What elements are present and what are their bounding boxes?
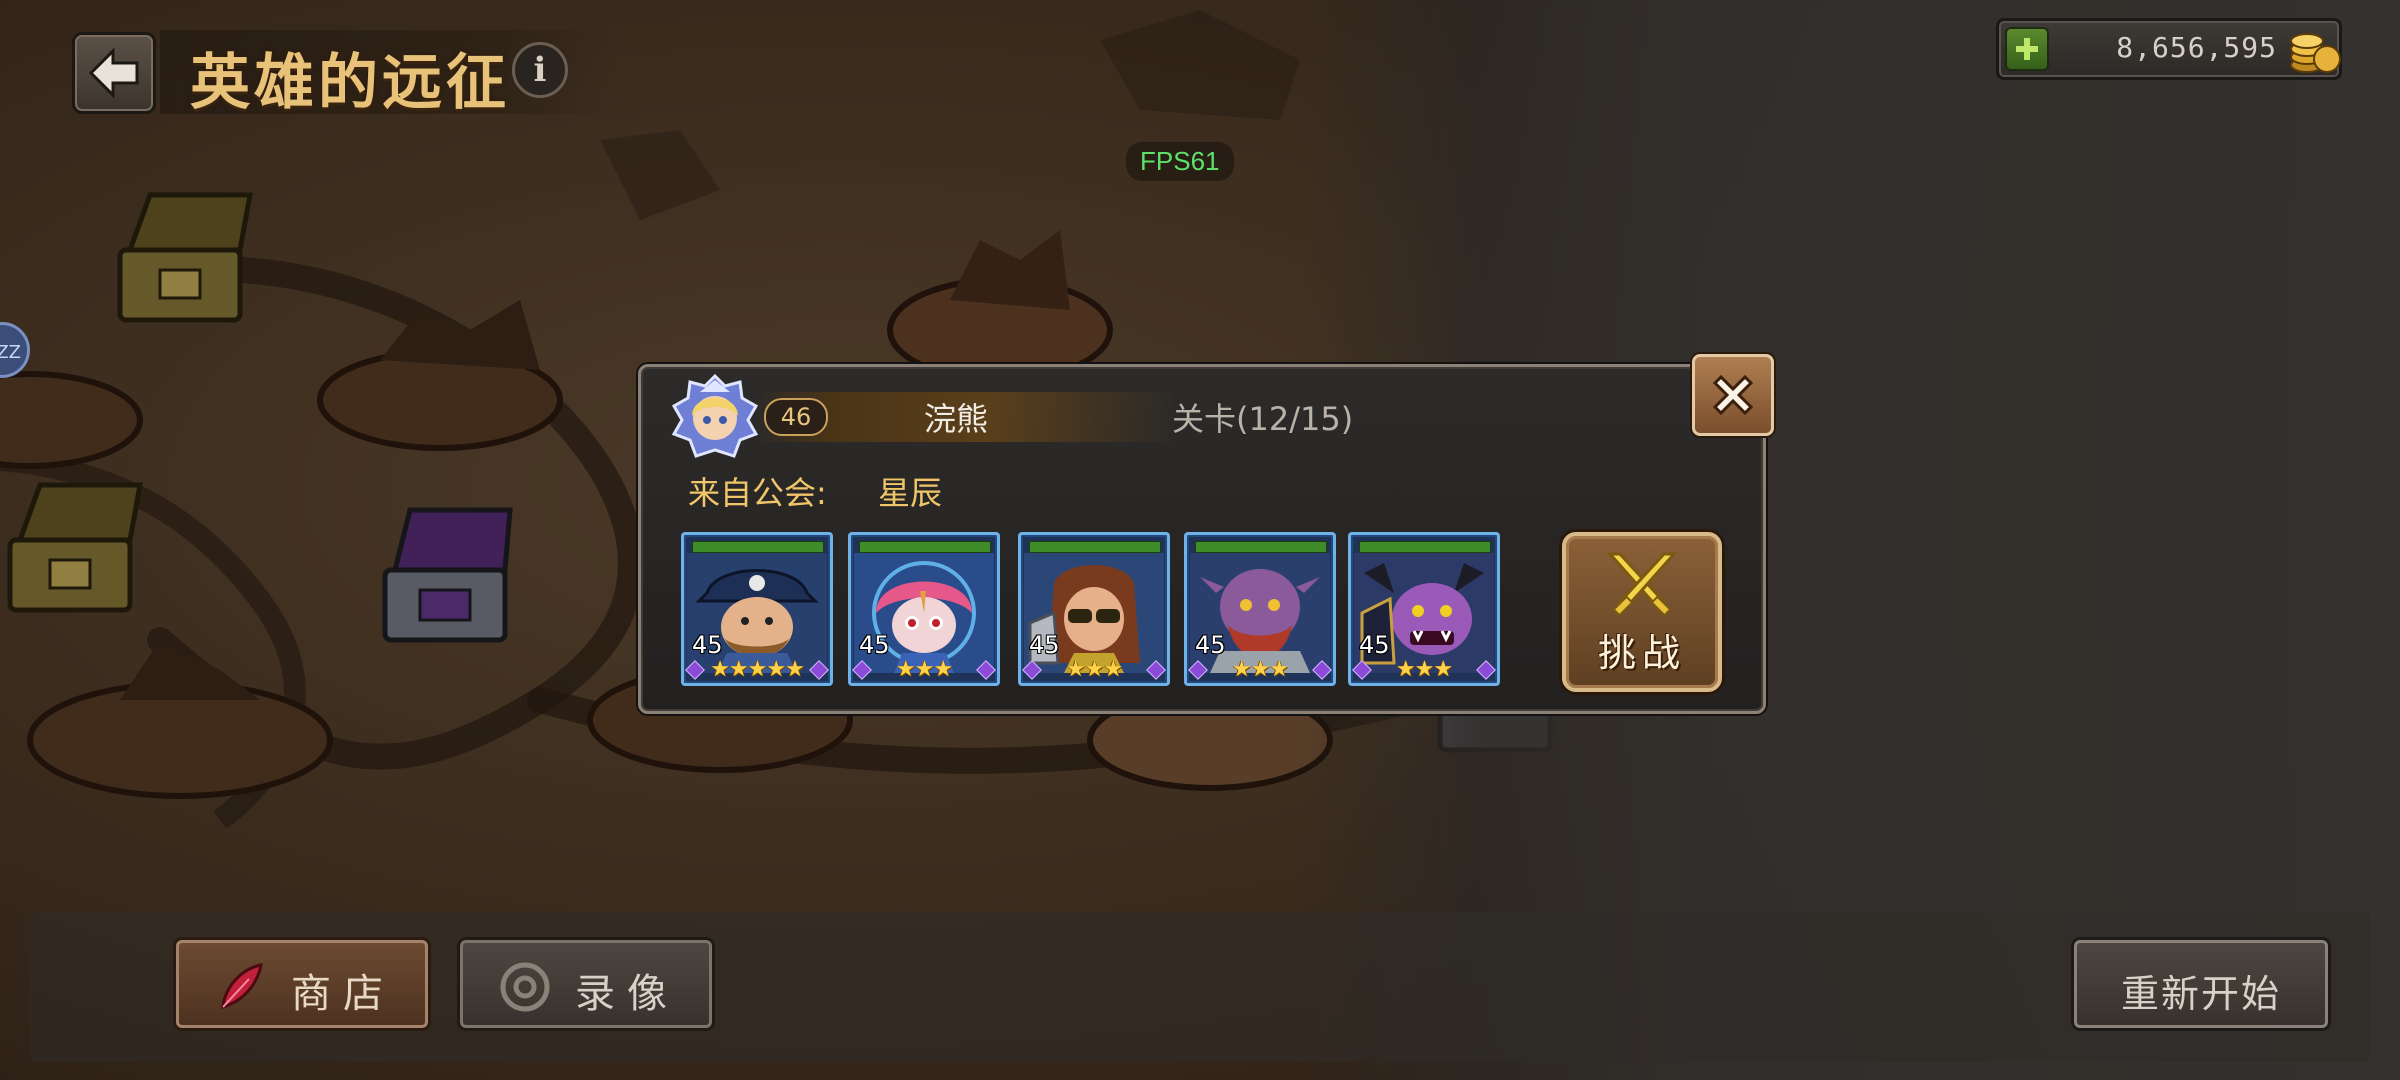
hero-slot-1[interactable]: 45 ★★★★★ [681,532,833,686]
hero-slot-5[interactable]: 45 ★★★ [1348,532,1500,686]
replay-icon [500,962,550,1012]
add-gold-button[interactable] [2005,27,2049,71]
replay-button[interactable]: 录像 [460,940,712,1028]
gold-coins-icon [2290,33,2341,73]
hero-hp-bar [859,541,991,553]
hero-hp-bar [692,541,824,553]
hero-level: 45 [1359,631,1390,659]
hero-level: 45 [1195,631,1226,659]
hero-level: 45 [1029,631,1060,659]
guild-name: 星辰 [878,474,943,512]
gold-value: 8,656,595 [2116,31,2277,64]
close-button[interactable] [1692,354,1774,436]
challenge-button[interactable]: 挑战 [1562,532,1722,692]
info-icon[interactable]: i [512,42,568,98]
crossed-swords-icon [1606,552,1678,617]
challenge-label: 挑战 [1597,631,1686,675]
hero-slot-3[interactable]: 45 ★★★ [1018,532,1170,686]
hero-level: 45 [692,631,723,659]
player-avatar [671,373,759,458]
restart-button[interactable]: 重新开始 [2074,940,2328,1028]
back-button[interactable] [72,32,156,114]
hero-slot-2[interactable]: 45 ★★★ [848,532,1000,686]
feather-icon [221,963,263,1010]
shop-label: 商店 [291,971,395,1017]
stage-progress: 关卡(12/15) [1172,400,1354,438]
gold-counter: 8,656,595 [1996,18,2342,80]
close-icon [1712,374,1754,416]
hero-level: 45 [859,631,890,659]
hero-hp-bar [1195,541,1327,553]
fps-counter: FPS61 [1126,142,1234,181]
hero-hp-bar [1029,541,1161,553]
page-title: 英雄的远征 [190,48,510,118]
hero-slot-4[interactable]: 45 ★★★ [1184,532,1336,686]
player-name: 浣熊 [924,400,989,438]
shop-button[interactable]: 商店 [176,940,428,1028]
arrow-left-icon [88,47,139,99]
hero-hp-bar [1359,541,1491,553]
replay-label: 录像 [575,971,679,1017]
restart-label: 重新开始 [2121,972,2282,1016]
player-level-badge: 46 [764,398,828,436]
guild-label: 来自公会: [688,474,827,512]
